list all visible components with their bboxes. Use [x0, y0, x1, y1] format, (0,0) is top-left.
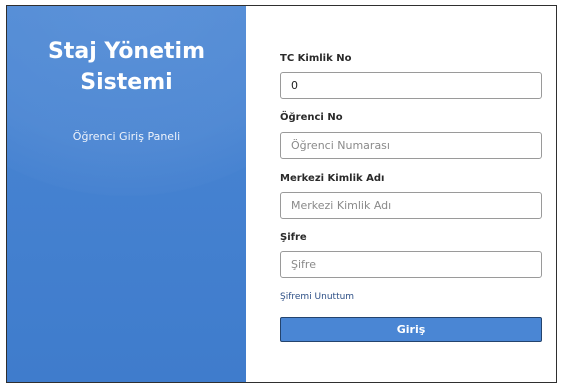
- ogrenci-no-input[interactable]: [280, 132, 542, 159]
- login-window: Staj Yönetim Sistemi Öğrenci Giriş Panel…: [6, 5, 557, 383]
- merkezi-kimlik-input[interactable]: [280, 192, 542, 219]
- app-title-line-2: Sistemi: [80, 70, 173, 95]
- app-title-line-1: Staj Yönetim: [48, 39, 205, 64]
- brand-panel-glow: [7, 6, 246, 196]
- ogrenci-no-label: Öğrenci No: [280, 112, 343, 123]
- login-button[interactable]: Giriş: [280, 317, 542, 342]
- tc-kimlik-label: TC Kimlik No: [280, 53, 352, 64]
- sifre-input[interactable]: [280, 251, 542, 278]
- sifre-label: Şifre: [280, 232, 307, 243]
- app-title: Staj Yönetim Sistemi: [7, 36, 246, 98]
- forgot-password-link[interactable]: Şifremi Unuttum: [280, 292, 354, 302]
- tc-kimlik-input[interactable]: [280, 72, 542, 99]
- panel-subtitle: Öğrenci Giriş Paneli: [72, 130, 181, 143]
- brand-panel: Staj Yönetim Sistemi Öğrenci Giriş Panel…: [7, 6, 246, 382]
- merkezi-kimlik-label: Merkezi Kimlik Adı: [280, 173, 385, 184]
